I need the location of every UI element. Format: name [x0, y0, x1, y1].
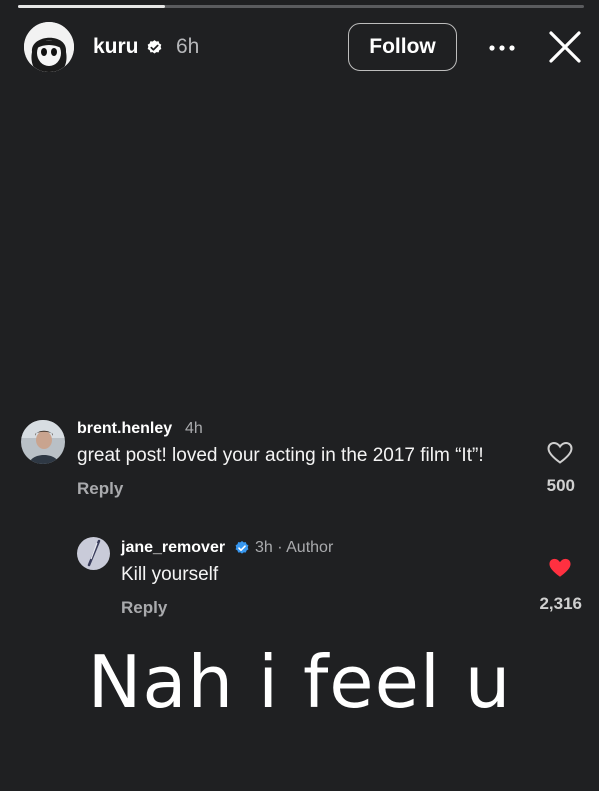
close-icon[interactable] [548, 30, 582, 64]
like-count: 500 [546, 476, 575, 495]
follow-button[interactable]: Follow [348, 23, 457, 71]
like-count: 2,316 [539, 594, 582, 613]
commenter-avatar[interactable] [77, 537, 110, 570]
profile-avatar[interactable] [24, 22, 74, 72]
post-time: 6h [176, 35, 200, 58]
verified-badge-icon [147, 40, 162, 54]
reply-button[interactable]: Reply [77, 479, 123, 499]
commenter-avatar[interactable] [21, 420, 65, 464]
reply-button[interactable]: Reply [121, 598, 167, 618]
story-caption: Nah i feel u [87, 640, 512, 724]
story-header: kuru 6h Follow [0, 0, 599, 100]
more-options-icon[interactable] [484, 38, 520, 58]
comment-time: 3h · Author [255, 539, 334, 556]
comment-text: Kill yourself [121, 564, 219, 585]
comment-time: 4h [185, 420, 203, 437]
comment-username[interactable]: jane_remover [121, 539, 225, 557]
story-username[interactable]: kuru [93, 35, 139, 59]
verified-badge-icon [235, 541, 249, 554]
comment-username[interactable]: brent.henley [77, 420, 172, 438]
heart-filled-icon[interactable] [548, 557, 572, 579]
heart-outline-icon[interactable] [547, 441, 573, 465]
comment-text: great post! loved your acting in the 201… [77, 445, 484, 466]
